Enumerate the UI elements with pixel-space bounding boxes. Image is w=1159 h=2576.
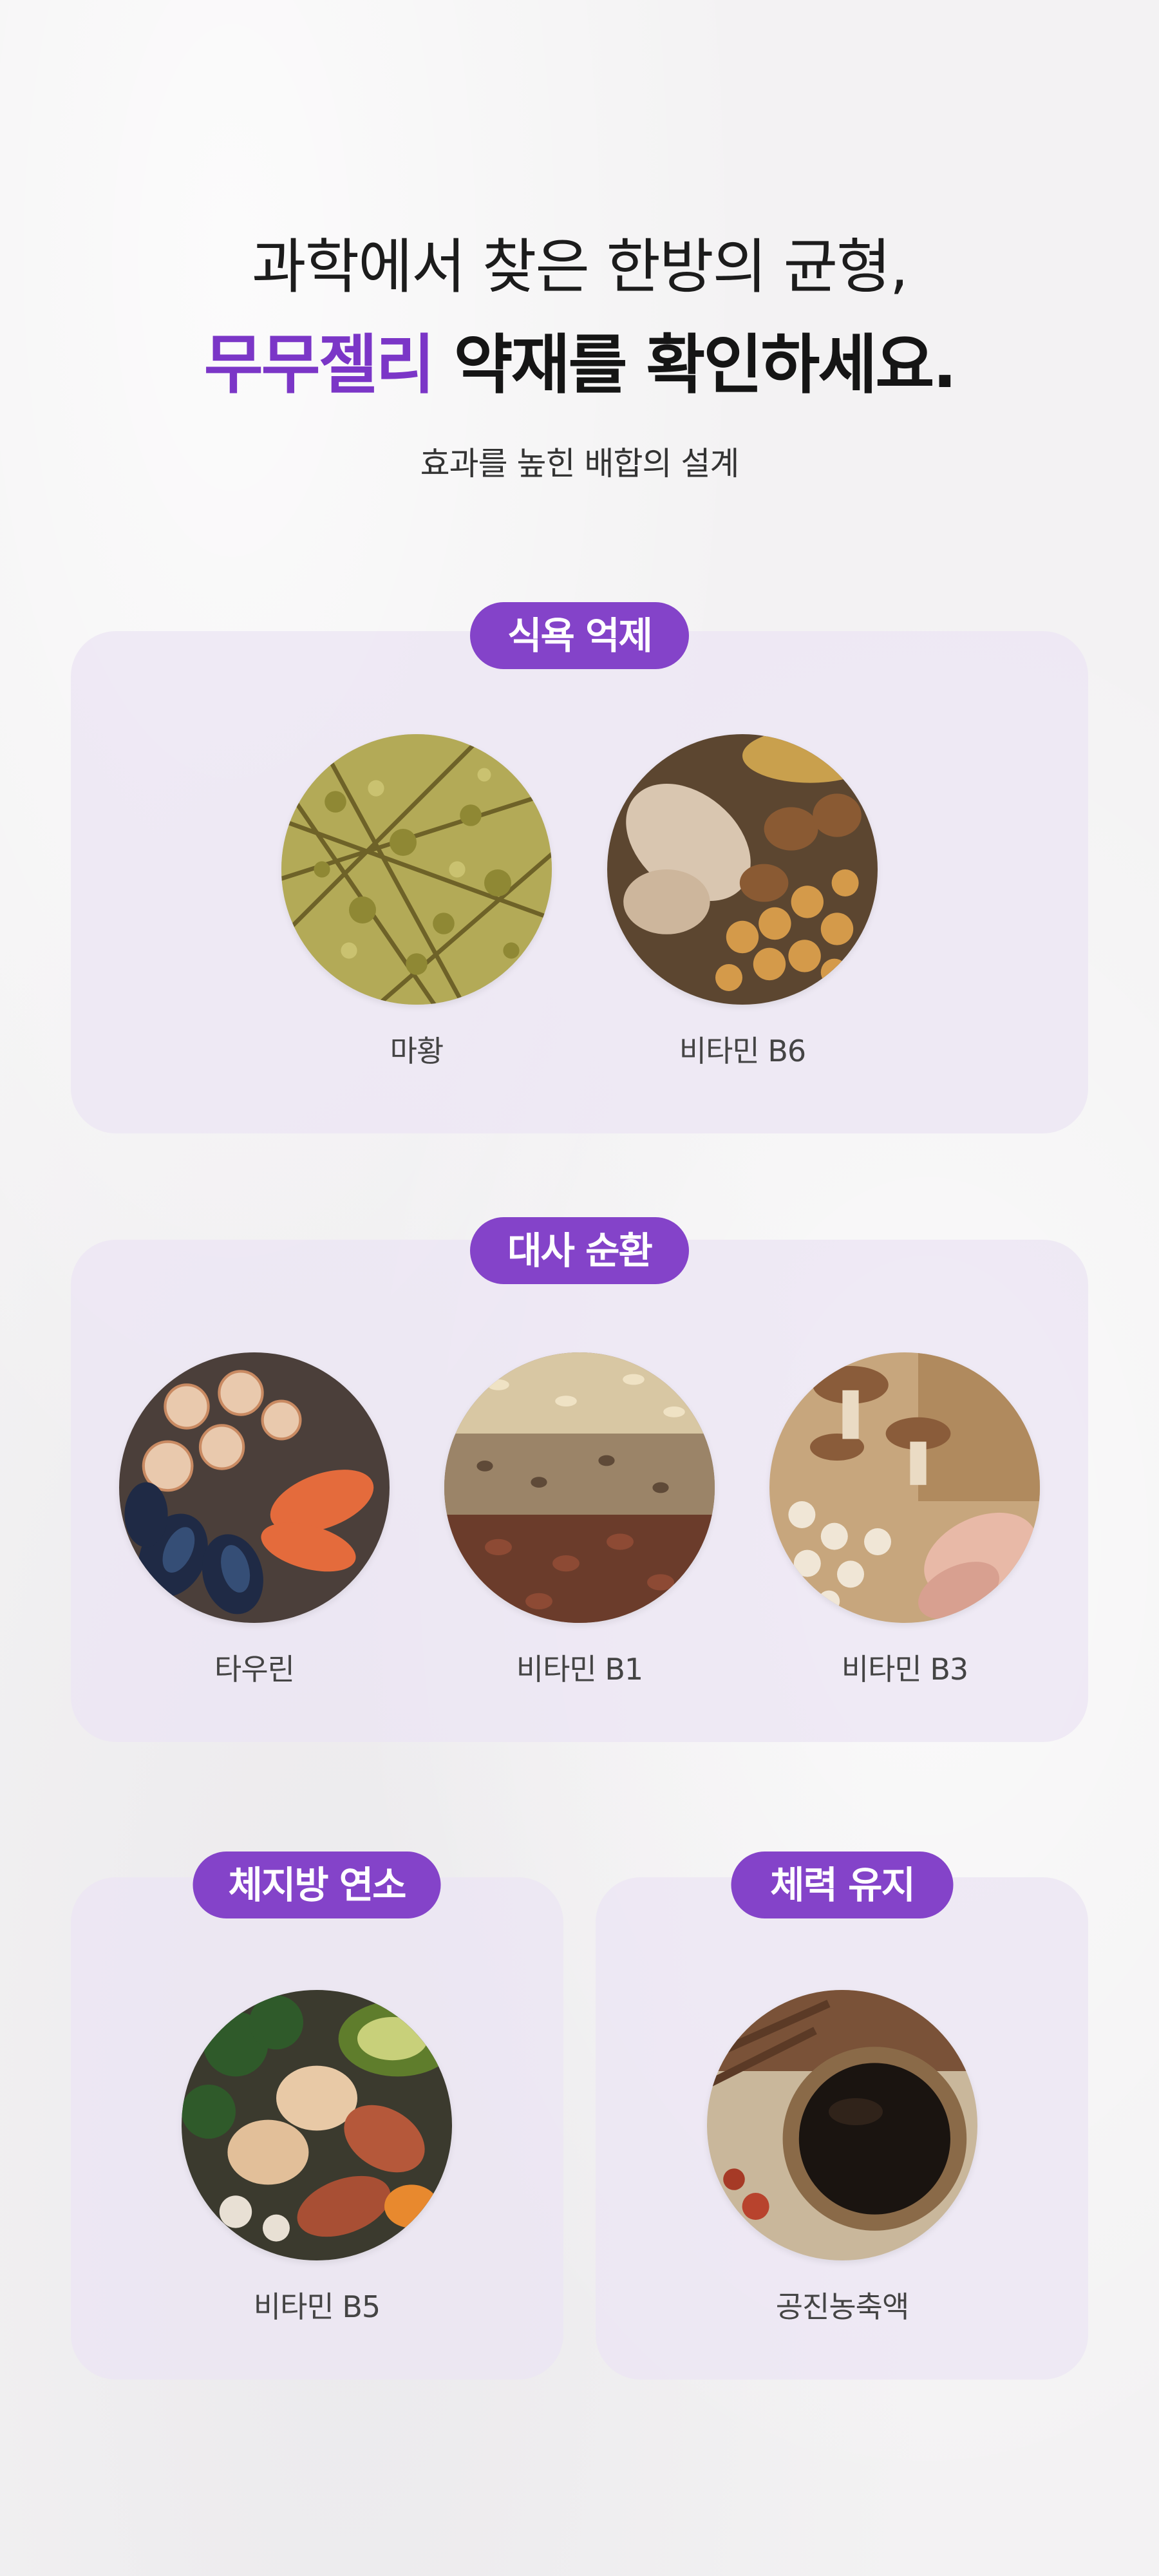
section-title-stamina: 체력 유지: [731, 1852, 954, 1918]
ingredient-label: 비타민 B1: [516, 1652, 643, 1687]
seafood-photo: [119, 1352, 390, 1623]
section-title-fat-burn: 체지방 연소: [193, 1852, 441, 1918]
grains-photo: [444, 1352, 715, 1623]
ingredient-label: 비타민 B5: [253, 2289, 381, 2324]
herbal-concentrate-photo: [707, 1990, 977, 2260]
ingredient-vitamin-b3: 비타민 B3: [769, 1352, 1040, 1689]
mushrooms-seeds-photo: [769, 1352, 1040, 1623]
section-title-appetite: 식욕 억제: [470, 602, 689, 669]
ingredient-gongjin-concentrate: 공진농축액: [707, 1990, 977, 2326]
ingredient-vitamin-b1: 비타민 B1: [444, 1352, 715, 1689]
ingredient-mahwang: 마황: [281, 734, 552, 1070]
ingredient-vitamin-b6: 비타민 B6: [607, 734, 878, 1070]
dried-herb-photo: [281, 734, 552, 1005]
section-title-metabolism: 대사 순환: [470, 1217, 689, 1284]
section-card-appetite: [71, 631, 1088, 1133]
ingredient-vitamin-b5: 비타민 B5: [182, 1990, 452, 2326]
ingredient-taurine: 타우린: [119, 1352, 390, 1689]
hero-title-line1: 과학에서 찾은 한방의 균형,: [251, 232, 909, 301]
ingredient-label: 마황: [390, 1034, 444, 1068]
ingredient-label: 비타민 B6: [679, 1034, 806, 1068]
hero-subtitle: 효과를 높힌 배합의 설계: [420, 445, 740, 482]
brand-name: 무무젤리: [203, 327, 435, 402]
hero-title-rest: 약재를 확인하세요.: [433, 327, 957, 402]
ingredient-label: 공진농축액: [775, 2289, 910, 2324]
chicken-nuts-chickpeas-photo: [607, 734, 878, 1005]
ingredient-label: 비타민 B3: [841, 1652, 968, 1687]
eggs-vegetables-photo: [182, 1990, 452, 2260]
hero-title-line2: 무무젤리 약재를 확인하세요.: [0, 312, 1159, 406]
ingredient-label: 타우린: [214, 1652, 295, 1687]
